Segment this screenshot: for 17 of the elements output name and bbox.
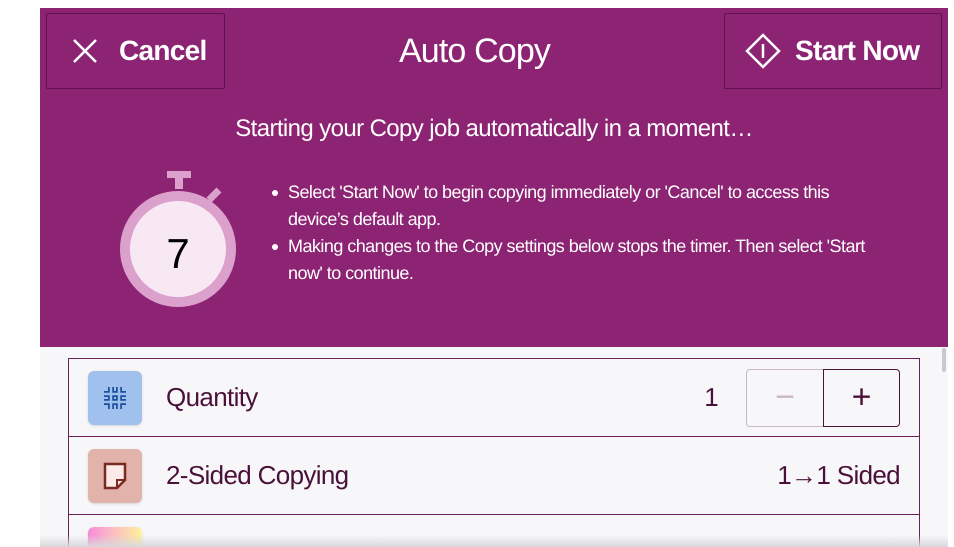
countdown-number: 7 [165, 229, 191, 279]
hash-icon [88, 370, 142, 424]
plus-button[interactable]: + [823, 368, 900, 426]
setting-value: 1 [704, 381, 718, 414]
window-title: Auto Copy [398, 30, 550, 72]
page-icon [88, 448, 142, 502]
setting-label: 2-Sided Copying [166, 459, 350, 492]
bullet-text: Select 'Start Now' to begin copying immediately or 'Cancel' to access this device’s default app. [288, 181, 830, 231]
start-now-button[interactable]: Start Now [724, 13, 942, 89]
cancel-button[interactable]: Cancel [46, 13, 225, 89]
close-icon [71, 37, 99, 65]
setting-value: 1→1 Sided [777, 459, 900, 492]
banner-heading: Starting your Copy job automatically in a moment… [234, 114, 754, 144]
setting-label: Quantity [166, 381, 259, 414]
setting-row[interactable]: 2-Sided Copying 1→1 Sided [68, 437, 920, 515]
bullet-text: Making changes to the Copy settings below stops the timer. Then select 'Start now' to continue. [288, 235, 866, 285]
start-diamond-icon [745, 33, 781, 69]
